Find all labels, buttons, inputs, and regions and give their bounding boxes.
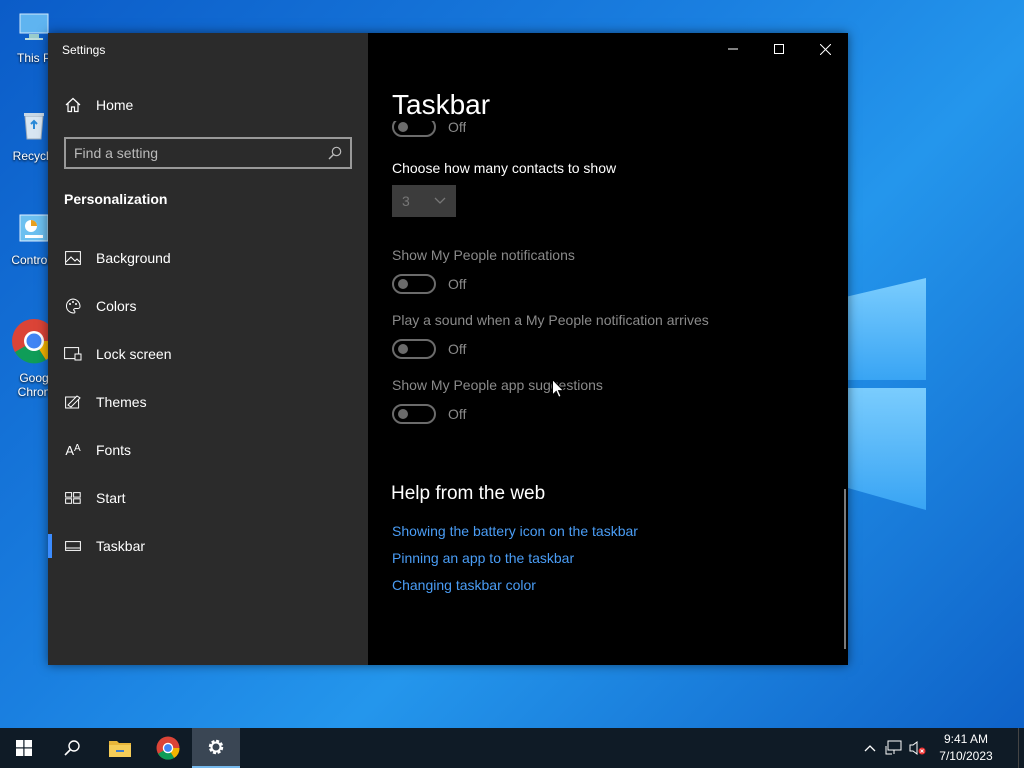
network-button[interactable] bbox=[882, 740, 906, 756]
sidebar-item-taskbar[interactable]: Taskbar bbox=[48, 526, 368, 566]
dropdown-value: 3 bbox=[402, 193, 410, 209]
image-icon bbox=[64, 251, 82, 265]
scrollbar[interactable] bbox=[844, 489, 846, 649]
chrome-taskbar-button[interactable] bbox=[144, 728, 192, 768]
chrome-icon bbox=[156, 736, 180, 760]
settings-taskbar-button[interactable] bbox=[192, 728, 240, 768]
lock-screen-icon bbox=[64, 347, 82, 361]
setting-label-suggestions: Show My People app suggestions bbox=[392, 377, 603, 393]
folder-icon bbox=[109, 741, 131, 757]
settings-window: Settings Home Find a setting Personaliza… bbox=[48, 33, 848, 665]
toggle-state: Off bbox=[448, 406, 467, 422]
desktop-windows-logo bbox=[848, 258, 926, 510]
search-placeholder: Find a setting bbox=[74, 145, 159, 161]
computer-icon bbox=[19, 13, 49, 40]
taskbar: 9:41 AM 7/10/2023 bbox=[0, 728, 1024, 768]
toggle-notifications[interactable]: Off bbox=[392, 274, 466, 294]
sidebar-item-label: Taskbar bbox=[96, 538, 146, 554]
search-button[interactable] bbox=[48, 728, 96, 768]
close-button[interactable] bbox=[802, 33, 848, 65]
recycle-bin-icon bbox=[24, 113, 44, 140]
contacts-dropdown[interactable]: 3 bbox=[392, 185, 456, 217]
show-desktop-button[interactable] bbox=[1018, 728, 1024, 768]
volume-muted-icon bbox=[909, 741, 926, 755]
clock-time: 9:41 AM bbox=[943, 732, 989, 746]
home-icon bbox=[65, 97, 81, 113]
window-title: Settings bbox=[62, 43, 106, 57]
chevron-up-icon bbox=[864, 745, 876, 752]
top-toggle[interactable]: Off bbox=[392, 121, 466, 143]
sidebar-item-label: Themes bbox=[96, 394, 147, 410]
system-tray: 9:41 AM 7/10/2023 bbox=[858, 728, 1024, 768]
clock-date: 7/10/2023 bbox=[939, 749, 993, 763]
file-explorer-button[interactable] bbox=[96, 728, 144, 768]
minimize-button[interactable] bbox=[710, 33, 756, 65]
control-panel-icon bbox=[19, 214, 49, 242]
home-label: Home bbox=[96, 97, 134, 113]
sidebar-item-label: Fonts bbox=[96, 442, 132, 458]
maximize-button[interactable] bbox=[756, 33, 802, 65]
volume-button[interactable] bbox=[906, 740, 930, 756]
toggle-track[interactable] bbox=[392, 121, 436, 137]
page-title: Taskbar bbox=[392, 89, 491, 120]
sidebar-item-label: Lock screen bbox=[96, 346, 172, 362]
help-link-battery[interactable]: Showing the battery icon on the taskbar bbox=[392, 523, 638, 539]
toggle-track[interactable] bbox=[392, 339, 436, 359]
toggle-track[interactable] bbox=[392, 274, 436, 294]
home-link[interactable]: Home bbox=[64, 97, 133, 113]
sidebar-item-start[interactable]: Start bbox=[48, 478, 368, 518]
toggle-state: Off bbox=[448, 276, 467, 292]
toggle-suggestions[interactable]: Off bbox=[392, 404, 466, 424]
start-button[interactable] bbox=[0, 728, 48, 768]
toggle-track[interactable] bbox=[392, 404, 436, 424]
gear-icon bbox=[208, 739, 224, 755]
sidebar-item-themes[interactable]: Themes bbox=[48, 382, 368, 422]
tray-overflow-button[interactable] bbox=[858, 744, 882, 752]
help-title: Help from the web bbox=[391, 483, 546, 504]
setting-label-notifications: Show My People notifications bbox=[392, 247, 575, 263]
network-icon bbox=[885, 740, 902, 755]
setting-label-sound: Play a sound when a My People notificati… bbox=[392, 312, 709, 328]
section-title: Personalization bbox=[64, 191, 168, 207]
themes-icon bbox=[64, 395, 82, 409]
content-pane: Taskbar Off Choose how many contacts to … bbox=[368, 33, 848, 665]
sidebar-item-label: Background bbox=[96, 250, 171, 266]
sidebar-item-lock-screen[interactable]: Lock screen bbox=[48, 334, 368, 374]
start-icon bbox=[64, 492, 82, 504]
mouse-cursor-icon bbox=[552, 379, 564, 398]
windows-logo-icon bbox=[16, 740, 32, 756]
taskbar-clock[interactable]: 9:41 AM 7/10/2023 bbox=[930, 731, 1002, 765]
toggle-state: Off bbox=[448, 341, 467, 357]
contacts-label: Choose how many contacts to show bbox=[392, 160, 617, 176]
taskbar-icon bbox=[64, 541, 82, 551]
search-icon bbox=[64, 740, 80, 756]
sidebar-item-background[interactable]: Background bbox=[48, 238, 368, 278]
sidebar-item-label: Start bbox=[96, 490, 126, 506]
sidebar-item-fonts[interactable]: AA Fonts bbox=[48, 430, 368, 470]
fonts-icon: AA bbox=[65, 442, 81, 458]
search-icon[interactable] bbox=[328, 146, 342, 160]
sidebar: Settings Home Find a setting Personaliza… bbox=[48, 33, 368, 665]
help-link-color[interactable]: Changing taskbar color bbox=[392, 577, 536, 593]
palette-icon bbox=[64, 298, 82, 314]
toggle-state: Off bbox=[448, 121, 467, 135]
find-setting-search[interactable]: Find a setting bbox=[64, 137, 352, 169]
toggle-sound[interactable]: Off bbox=[392, 339, 466, 359]
caption-buttons bbox=[710, 33, 848, 65]
sidebar-item-label: Colors bbox=[96, 298, 137, 314]
sidebar-item-colors[interactable]: Colors bbox=[48, 286, 368, 326]
help-link-pinning[interactable]: Pinning an app to the taskbar bbox=[392, 550, 574, 566]
chevron-down-icon bbox=[434, 197, 446, 204]
